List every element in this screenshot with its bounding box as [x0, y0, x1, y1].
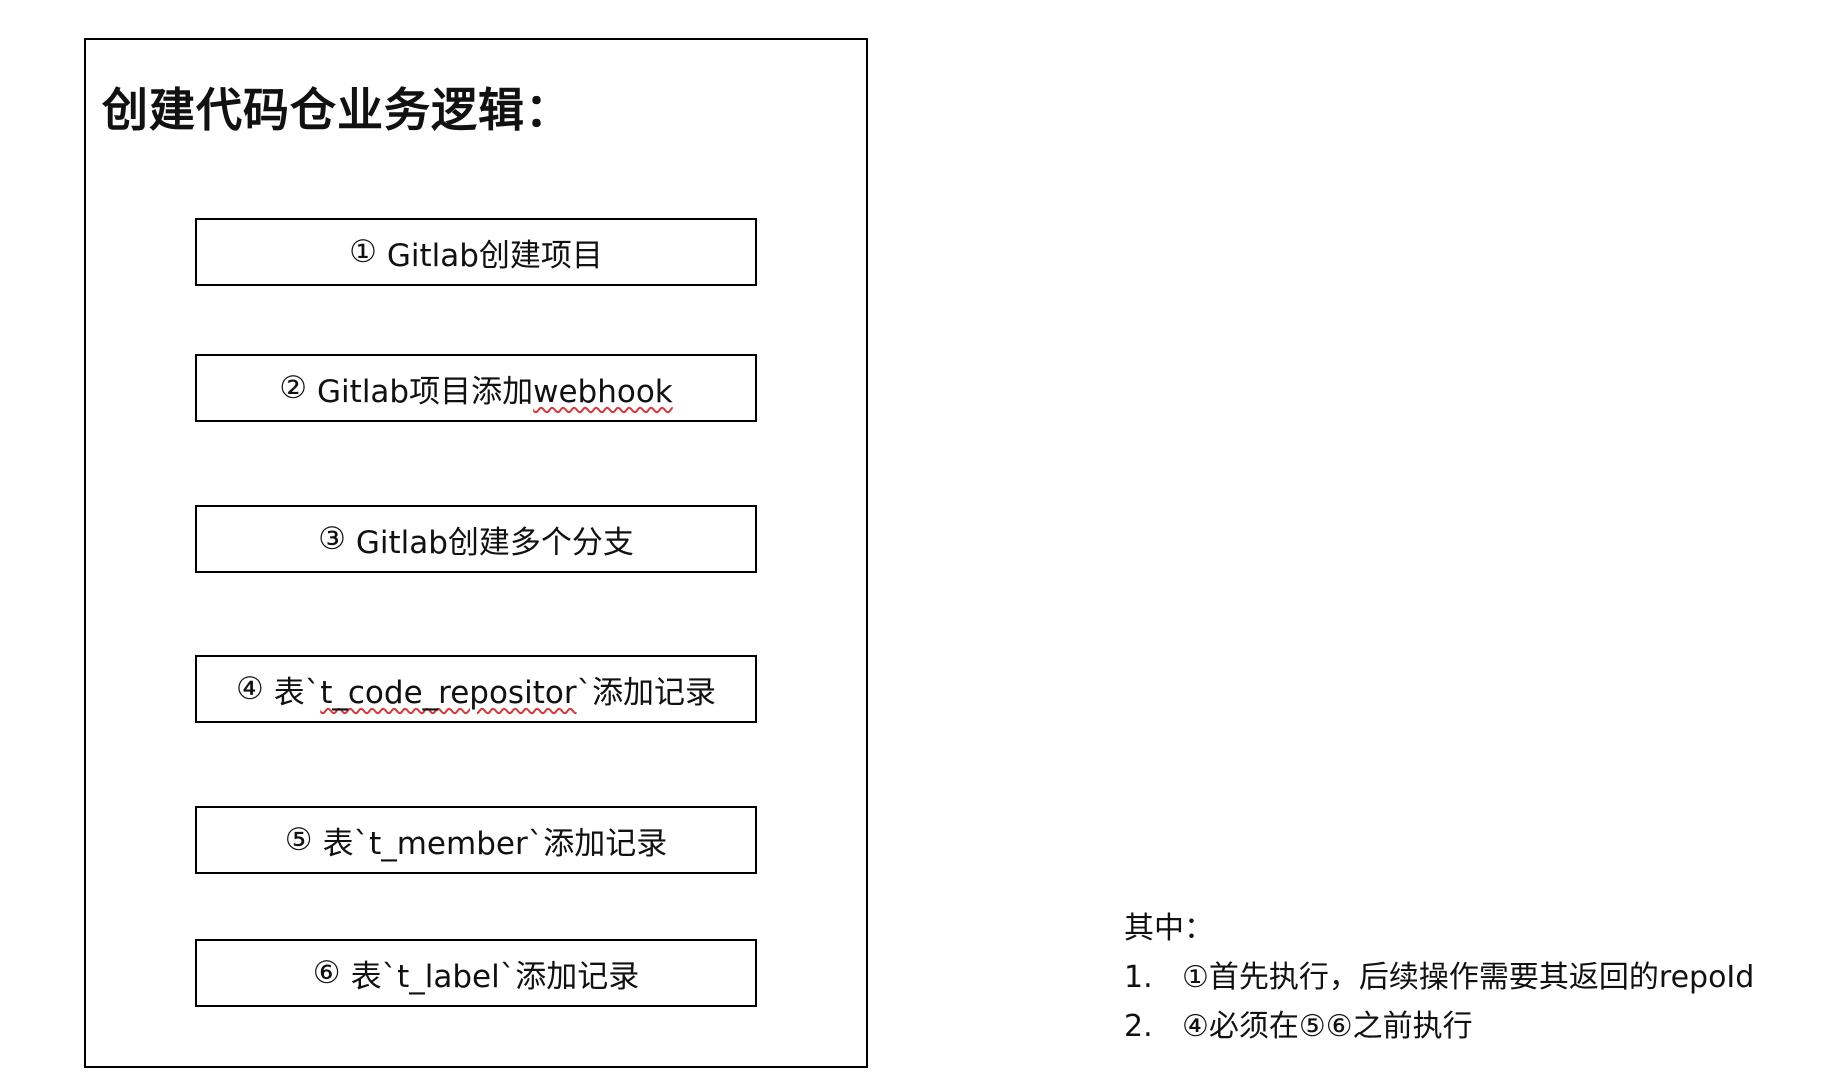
step-label: Gitlab项目添加webhook — [317, 366, 673, 411]
spellcheck-flagged-word: t_code_repositor — [320, 674, 577, 711]
step-label: Gitlab创建项目 — [386, 237, 603, 274]
step-marker: ② — [279, 370, 308, 406]
step-box-6: ⑥ 表`t_label`添加记录 — [195, 939, 757, 1007]
notes-block: 其中： 1. ①首先执行，后续操作需要其返回的repoId 2. ④必须在⑤⑥之… — [1124, 904, 1754, 1051]
step-marker: ⑥ — [312, 955, 341, 991]
step-label-part: `添加记录 — [576, 674, 717, 711]
step-box-1: ① Gitlab创建项目 — [195, 218, 757, 286]
step-marker: ① — [349, 234, 377, 270]
page-title: 创建代码仓业务逻辑： — [102, 83, 572, 137]
step-box-2: ② Gitlab项目添加webhook — [195, 354, 757, 422]
step-label: 表`t_label`添加记录 — [350, 958, 640, 995]
step-marker: ④ — [235, 671, 264, 707]
step-marker: ③ — [318, 521, 346, 557]
note-number: 2. — [1124, 1009, 1153, 1044]
note-number: 1. — [1124, 960, 1153, 995]
notes-heading: 其中： — [1124, 911, 1214, 946]
step-box-3: ③ Gitlab创建多个分支 — [195, 505, 757, 573]
note-text: ①首先执行，后续操作需要其返回的repoId — [1182, 960, 1755, 995]
step-label: 表`t_member`添加记录 — [322, 825, 668, 862]
note-text: ④必须在⑤⑥之前执行 — [1182, 1009, 1473, 1044]
step-label-part: 表` — [273, 674, 321, 711]
step-label: Gitlab创建多个分支 — [355, 524, 634, 561]
note-item: 1. ①首先执行，后续操作需要其返回的repoId — [1124, 953, 1754, 1002]
step-box-4: ④ 表`t_code_repositor`添加记录 — [195, 655, 757, 723]
step-marker: ⑤ — [284, 822, 313, 858]
spellcheck-flagged-word: webhook — [533, 373, 673, 410]
step-label-part: Gitlab项目添加 — [317, 373, 534, 410]
step-label: 表`t_code_repositor`添加记录 — [274, 667, 716, 712]
step-box-5: ⑤ 表`t_member`添加记录 — [195, 806, 757, 874]
note-item: 2. ④必须在⑤⑥之前执行 — [1124, 1002, 1754, 1051]
